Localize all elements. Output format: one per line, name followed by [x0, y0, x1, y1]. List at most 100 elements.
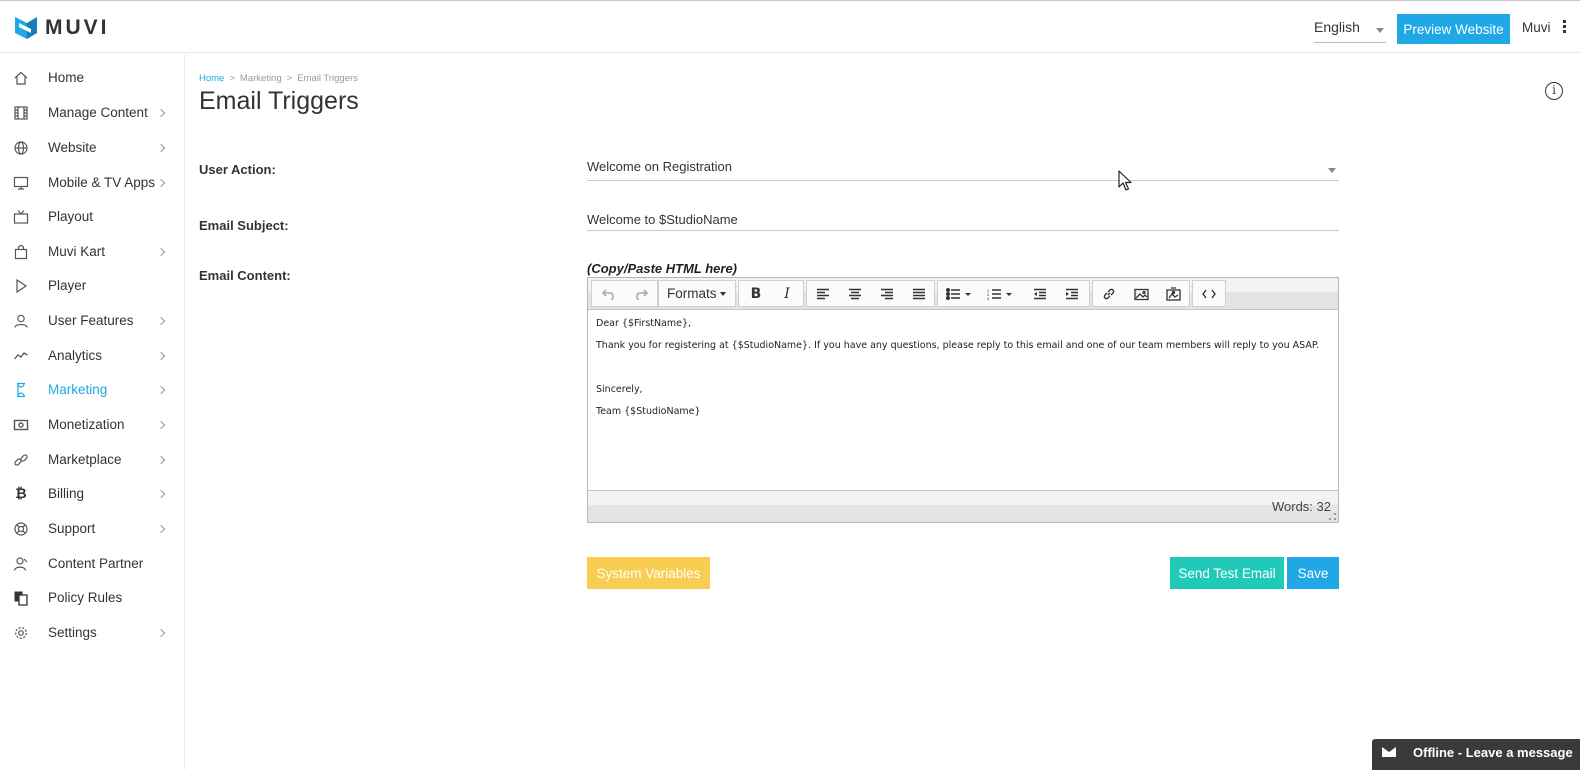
- redo-icon[interactable]: [627, 284, 655, 304]
- bullet-list-icon[interactable]: [940, 284, 978, 304]
- gear-icon: [12, 624, 30, 642]
- sidebar-item-label: Monetization: [48, 417, 125, 432]
- chevron-right-icon: [156, 143, 166, 152]
- hourglass-icon: [12, 381, 30, 399]
- more-vertical-icon[interactable]: [1563, 20, 1567, 34]
- resize-handle-icon[interactable]: [1329, 513, 1336, 520]
- sidebar-item-marketplace[interactable]: Marketplace: [0, 442, 185, 477]
- align-center-icon[interactable]: [841, 284, 869, 304]
- sidebar-item-support[interactable]: Support: [0, 511, 185, 546]
- align-right-icon[interactable]: [873, 284, 901, 304]
- send-test-email-button[interactable]: Send Test Email: [1170, 557, 1284, 589]
- top-bar: MUVI English Preview Website Muvi: [0, 0, 1580, 53]
- italic-icon[interactable]: I: [773, 284, 801, 304]
- breadcrumb-section[interactable]: Marketing: [240, 73, 282, 84]
- chevron-right-icon: [156, 351, 166, 360]
- email-greeting: Dear {$FirstName},: [596, 318, 692, 329]
- sidebar-item-label: User Features: [48, 313, 134, 328]
- chart-line-icon: [12, 347, 30, 365]
- chevron-right-icon: [156, 385, 166, 394]
- chevron-down-icon: [1328, 168, 1336, 173]
- user-icon: [12, 312, 30, 330]
- email-subject-input[interactable]: Welcome to $StudioName: [587, 209, 1339, 231]
- link-icon[interactable]: [1095, 284, 1123, 304]
- chevron-right-icon: [156, 455, 166, 464]
- align-justify-icon[interactable]: [905, 284, 933, 304]
- editor-content[interactable]: Dear {$FirstName}, Thank you for registe…: [596, 318, 1332, 428]
- chevron-down-icon: [1376, 28, 1384, 33]
- email-subject-value: Welcome to $StudioName: [587, 212, 738, 227]
- sidebar-item-home[interactable]: Home: [0, 60, 185, 95]
- sidebar-item-label: Playout: [48, 209, 94, 224]
- sidebar-item-label: Player: [48, 278, 87, 293]
- sidebar-item-player[interactable]: Player: [0, 268, 185, 303]
- user-action-value: Welcome on Registration: [587, 159, 732, 174]
- sidebar-item-monetization[interactable]: Monetization: [0, 407, 185, 442]
- content-hint: (Copy/Paste HTML here): [587, 261, 738, 276]
- breadcrumb-home[interactable]: Home: [199, 73, 224, 84]
- sidebar-item-billing[interactable]: ₿ Billing: [0, 476, 185, 511]
- sidebar-item-marketing[interactable]: Marketing: [0, 372, 185, 407]
- user-action-select[interactable]: Welcome on Registration: [587, 155, 1339, 181]
- chat-widget[interactable]: Offline - Leave a message: [1372, 739, 1580, 770]
- email-closing: Sincerely,: [596, 384, 643, 395]
- sidebar-item-label: Home: [48, 70, 85, 85]
- sidebar-item-playout[interactable]: Playout: [0, 199, 185, 234]
- sidebar-item-label: Billing: [48, 486, 85, 501]
- chevron-right-icon: [156, 108, 166, 117]
- language-value: English: [1314, 19, 1360, 35]
- numbered-list-icon[interactable]: 123: [981, 284, 1019, 304]
- user-menu[interactable]: Muvi: [1522, 20, 1551, 35]
- bold-icon[interactable]: B: [742, 284, 770, 304]
- language-select[interactable]: English: [1314, 19, 1386, 43]
- preview-website-button[interactable]: Preview Website: [1397, 14, 1510, 44]
- editor-statusbar: Words: 32: [588, 490, 1338, 522]
- sidebar-item-manage-content[interactable]: Manage Content: [0, 95, 185, 130]
- formats-dropdown[interactable]: Formats: [658, 280, 736, 307]
- code-icon[interactable]: [1195, 284, 1223, 304]
- outdent-icon[interactable]: [1026, 284, 1054, 304]
- insert-group: [1092, 280, 1190, 307]
- editor-toolbar: Formats B I 123: [588, 278, 1338, 310]
- system-variables-button[interactable]: System Variables: [587, 557, 710, 589]
- sidebar-item-label: Policy Rules: [48, 590, 123, 605]
- save-button[interactable]: Save: [1287, 557, 1339, 589]
- sidebar-item-content-partner[interactable]: Content Partner: [0, 546, 185, 581]
- sidebar-item-mobile-tv-apps[interactable]: Mobile & TV Apps: [0, 165, 185, 200]
- sidebar-item-label: Website: [48, 140, 97, 155]
- sidebar-item-label: Settings: [48, 625, 97, 640]
- word-count: Words: 32: [1271, 499, 1331, 514]
- undo-icon[interactable]: [595, 284, 623, 304]
- monitor-icon: [12, 174, 30, 192]
- link-icon: [12, 451, 30, 469]
- chevron-right-icon: [156, 178, 166, 187]
- sidebar-item-settings[interactable]: Settings: [0, 615, 185, 650]
- muvi-logo[interactable]: MUVI: [13, 13, 110, 43]
- user-action-label: User Action:: [199, 162, 276, 177]
- documents-icon: [12, 589, 30, 607]
- sidebar-item-label: Muvi Kart: [48, 244, 106, 259]
- sidebar: Home Manage Content Website Mobile & TV …: [0, 54, 185, 770]
- sidebar-item-label: Content Partner: [48, 556, 144, 571]
- indent-icon[interactable]: [1058, 284, 1086, 304]
- sidebar-item-muvi-kart[interactable]: Muvi Kart: [0, 234, 185, 269]
- sidebar-item-label: Marketplace: [48, 452, 122, 467]
- chat-label: Offline - Leave a message: [1413, 745, 1573, 760]
- svg-text:3: 3: [987, 296, 990, 300]
- info-icon[interactable]: i: [1545, 82, 1563, 100]
- sidebar-item-user-features[interactable]: User Features: [0, 303, 185, 338]
- envelope-icon: [1382, 747, 1396, 757]
- play-icon: [12, 277, 30, 295]
- rich-text-editor: Formats B I 123 Dear {$FirstName}, Thank…: [587, 277, 1339, 523]
- image-icon[interactable]: [1127, 284, 1155, 304]
- email-message: Thank you for registering at {$StudioNam…: [596, 340, 1320, 351]
- align-left-icon[interactable]: [809, 284, 837, 304]
- sidebar-item-policy-rules[interactable]: Policy Rules: [0, 580, 185, 615]
- chevron-right-icon: [156, 489, 166, 498]
- media-icon[interactable]: [1159, 284, 1187, 304]
- sidebar-item-website[interactable]: Website: [0, 130, 185, 165]
- list-group: 123: [937, 280, 1090, 307]
- bitcoin-icon: ₿: [15, 486, 27, 502]
- sidebar-item-label: Marketing: [48, 382, 108, 397]
- sidebar-item-analytics[interactable]: Analytics: [0, 338, 185, 373]
